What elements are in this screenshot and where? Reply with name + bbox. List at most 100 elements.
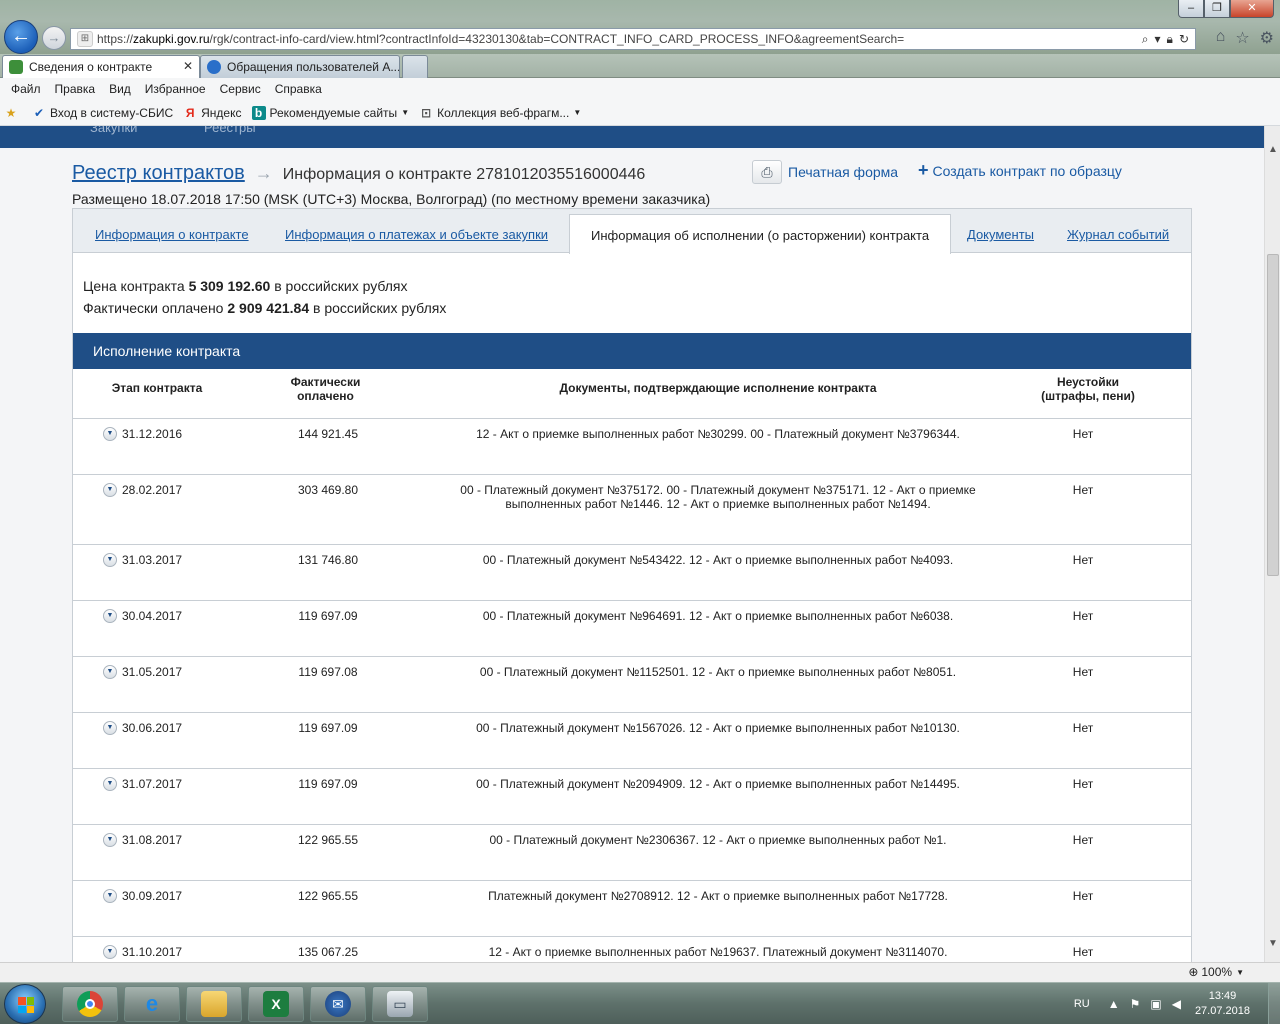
new-tab-button[interactable] [402, 55, 428, 78]
volume-icon[interactable]: ◀ [1172, 997, 1181, 1011]
network-icon[interactable]: ▣ [1150, 997, 1161, 1011]
menu-edit[interactable]: Правка [48, 82, 103, 96]
stage-cell[interactable]: ▼ 31.05.2017 [103, 665, 182, 679]
expand-chevron-icon[interactable]: ▼ [103, 609, 117, 623]
table-header: Этап контракта Фактически оплачено Докуме… [73, 369, 1191, 419]
taskbar-chrome[interactable] [62, 986, 118, 1022]
nav-registries[interactable]: Реестры [204, 126, 256, 135]
menu-tools[interactable]: Сервис [213, 82, 268, 96]
stage-cell[interactable]: ▼ 30.06.2017 [103, 721, 182, 735]
expand-chevron-icon[interactable]: ▼ [103, 777, 117, 791]
create-contract-button[interactable]: + Создать контракт по образцу [918, 160, 1122, 181]
stage-cell[interactable]: ▼ 30.09.2017 [103, 889, 182, 903]
close-tab-icon[interactable]: ✕ [183, 59, 193, 73]
tab-contract-info[interactable]: Информация о контракте [95, 227, 249, 242]
documents-text: 00 - Платежный документ №964691. 12 - Ак… [482, 609, 954, 623]
taskbar-scanner[interactable]: ▭ [372, 986, 428, 1022]
system-clock[interactable]: 13:49 27.07.2018 [1195, 989, 1250, 1019]
table-row: ▼ 30.04.2017 119 697.09 00 - Платежный доку… [73, 601, 1191, 657]
tab-documents[interactable]: Документы [967, 227, 1034, 242]
documents-text: 00 - Платежный документ №1567026. 12 - А… [476, 721, 960, 735]
refresh-icon[interactable]: ↻ [1179, 32, 1189, 47]
favorites-bar: ★ ✔ Вход в систему-СБИС Я Яндекс b Рекоменд… [0, 100, 1280, 126]
menu-file[interactable]: Файл [4, 82, 48, 96]
tab-payments-info[interactable]: Информация о платежах и объекте закупки [285, 227, 548, 242]
taskbar-excel[interactable]: X [248, 986, 304, 1022]
expand-chevron-icon[interactable]: ▼ [103, 553, 117, 567]
contract-price-line: Цена контракта 5 309 192.60 в российских… [83, 275, 446, 297]
expand-chevron-icon[interactable]: ▼ [103, 945, 117, 959]
documents-text: 00 - Платежный документ №543422. 12 - Ак… [482, 553, 954, 567]
favorite-sbis[interactable]: ✔ Вход в систему-СБИС [32, 106, 173, 120]
paid-amount: 119 697.09 [298, 777, 358, 791]
url-domain: zakupki.gov.ru [133, 32, 210, 46]
favorite-yandex[interactable]: Я Яндекс [183, 106, 242, 120]
expand-chevron-icon[interactable]: ▼ [103, 665, 117, 679]
tray-icons: ▲ ⚑ ▣ ◀ [1108, 997, 1181, 1011]
taskbar-file-explorer[interactable] [186, 986, 242, 1022]
language-indicator[interactable]: RU [1074, 998, 1090, 1010]
menu-favorites[interactable]: Избранное [138, 82, 213, 96]
tab-event-log[interactable]: Журнал событий [1067, 227, 1169, 242]
zoom-control[interactable]: ⊕ 100% ▼ [1188, 965, 1244, 979]
expand-chevron-icon[interactable]: ▼ [103, 721, 117, 735]
dropdown-arrow-icon[interactable]: ▾ [1155, 32, 1161, 47]
scroll-down-icon[interactable]: ▼ [1265, 936, 1280, 952]
penalty-value: Нет [1072, 665, 1094, 679]
favorite-suggested-sites[interactable]: b Рекомендуемые сайты ▼ [251, 105, 409, 120]
browser-tab-contract[interactable]: Сведения о контракте ✕ [2, 55, 200, 78]
close-window-button[interactable]: ✕ [1230, 0, 1274, 18]
favorite-web-slices[interactable]: ⊡ Коллекция веб-фрагм... ▼ [419, 106, 581, 120]
penalty-value: Нет [1072, 945, 1094, 959]
stage-cell[interactable]: ▼ 31.10.2017 [103, 945, 182, 959]
zoom-icon: ⊕ [1188, 965, 1199, 979]
url-text[interactable]: https://zakupki.gov.ru/rgk/contract-info… [97, 32, 1142, 46]
scroll-thumb[interactable] [1267, 254, 1279, 576]
expand-chevron-icon[interactable]: ▼ [103, 427, 117, 441]
clock-time: 13:49 [1208, 990, 1237, 1002]
show-desktop-button[interactable] [1268, 983, 1280, 1024]
vertical-scrollbar[interactable]: ▲ ▼ [1264, 126, 1280, 962]
favorites-add-icon[interactable]: ★ [4, 106, 22, 120]
breadcrumb-contract-registry[interactable]: Реестр контрактов [72, 162, 245, 185]
stage-cell[interactable]: ▼ 31.07.2017 [103, 777, 182, 791]
paid-amount: 119 697.09 [298, 721, 358, 735]
stage-cell[interactable]: ▼ 31.08.2017 [103, 833, 182, 847]
maximize-button[interactable]: ❐ [1204, 0, 1230, 18]
print-form-link[interactable]: Печатная форма [788, 164, 898, 180]
stage-cell[interactable]: ▼ 30.04.2017 [103, 609, 182, 623]
taskbar-thunderbird[interactable]: ✉ [310, 986, 366, 1022]
address-bar[interactable]: ⊞ https://zakupki.gov.ru/rgk/contract-in… [70, 28, 1196, 50]
expand-chevron-icon[interactable]: ▼ [103, 483, 117, 497]
browser-tab-appeals[interactable]: Обращения пользователей А... [200, 55, 400, 78]
taskbar-internet-explorer[interactable]: e [124, 986, 180, 1022]
forward-button[interactable]: → [42, 26, 66, 50]
search-icon[interactable]: ⌕ [1142, 32, 1149, 47]
home-icon[interactable]: ⌂ [1216, 28, 1226, 48]
plus-icon: + [918, 160, 929, 180]
stage-cell[interactable]: ▼ 31.03.2017 [103, 553, 182, 567]
create-contract-link[interactable]: Создать контракт по образцу [933, 163, 1122, 179]
menu-view[interactable]: Вид [102, 82, 138, 96]
table-row: ▼ 31.03.2017 131 746.80 00 - Платежный доку… [73, 545, 1191, 601]
lock-icon[interactable]: 🔒︎ [1167, 32, 1173, 47]
page-title: Информация о контракте 27810120355160004… [282, 166, 646, 183]
status-bar: ⊕ 100% ▼ [0, 962, 1280, 982]
start-button[interactable] [4, 984, 46, 1024]
minimize-button[interactable]: – [1178, 0, 1204, 18]
print-form-button[interactable]: ⎙ Печатная форма [752, 160, 898, 184]
favorites-star-icon[interactable]: ☆ [1235, 28, 1249, 48]
expand-chevron-icon[interactable]: ▼ [103, 889, 117, 903]
scroll-up-icon[interactable]: ▲ [1265, 142, 1280, 158]
nav-purchases[interactable]: Закупки [90, 126, 137, 135]
menu-help[interactable]: Справка [268, 82, 329, 96]
flag-icon[interactable]: ⚑ [1130, 997, 1141, 1011]
penalty-value: Нет [1072, 483, 1094, 497]
tab-execution-info[interactable]: Информация об исполнении (о расторжении)… [569, 214, 952, 254]
stage-cell[interactable]: ▼ 28.02.2017 [103, 483, 182, 497]
back-button[interactable]: ← [4, 20, 38, 54]
expand-chevron-icon[interactable]: ▼ [103, 833, 117, 847]
stage-cell[interactable]: ▼ 31.12.2016 [103, 427, 182, 441]
tray-expand-icon[interactable]: ▲ [1108, 997, 1120, 1011]
gear-icon[interactable]: ⚙ [1260, 28, 1274, 48]
